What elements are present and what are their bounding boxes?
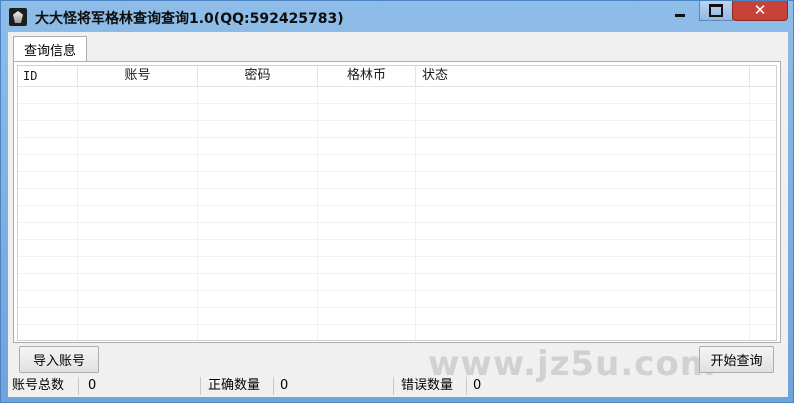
status-bar: 账号总数 0 正确数量 0 错误数量 0 [8,375,788,397]
correct-count-label: 正确数量 [208,378,261,393]
client-area: 查询信息 ID 账号 密码 格林币 状态 导入账号 www.jz5u.com 开… [8,32,788,397]
start-query-button[interactable]: 开始查询 [699,346,774,373]
column-header-password[interactable]: 密码 [198,66,318,86]
error-count-label: 错误数量 [401,378,454,393]
column-divider [77,87,78,340]
status-divider [393,377,394,395]
tab-query-info[interactable]: 查询信息 [13,36,87,62]
maximize-button[interactable] [699,1,733,21]
total-accounts-value: 0 [88,378,97,393]
total-accounts-label: 账号总数 [12,378,65,393]
import-accounts-button[interactable]: 导入账号 [19,346,99,373]
status-divider [200,377,201,395]
minimize-icon [675,13,685,17]
app-icon [9,8,27,26]
column-divider [749,87,750,340]
maximize-icon [709,4,723,17]
column-header-coins[interactable]: 格林币 [318,66,416,86]
minimize-button[interactable] [667,1,693,21]
close-button[interactable]: ✕ [732,1,788,21]
app-window: 大大怪将军格林查询查询1.0(QQ:592425783) ✕ 查询信息 ID 账… [0,0,794,403]
window-title: 大大怪将军格林查询查询1.0(QQ:592425783) [35,11,344,27]
error-count-value: 0 [473,378,482,393]
status-divider [78,377,79,395]
column-divider [197,87,198,340]
column-divider [415,87,416,340]
close-icon: ✕ [753,1,767,19]
title-bar[interactable]: 大大怪将军格林查询查询1.0(QQ:592425783) ✕ [1,1,793,32]
table-body[interactable] [18,87,776,340]
column-header-status[interactable]: 状态 [416,66,750,86]
tab-panel: ID 账号 密码 格林币 状态 [13,61,781,343]
correct-count-value: 0 [280,378,289,393]
column-header-account[interactable]: 账号 [78,66,198,86]
column-header-id[interactable]: ID [18,66,78,86]
results-table[interactable]: ID 账号 密码 格林币 状态 [17,65,777,341]
status-divider [273,377,274,395]
column-divider [317,87,318,340]
table-header: ID 账号 密码 格林币 状态 [18,66,776,87]
status-divider [466,377,467,395]
column-header-filler [750,66,776,86]
